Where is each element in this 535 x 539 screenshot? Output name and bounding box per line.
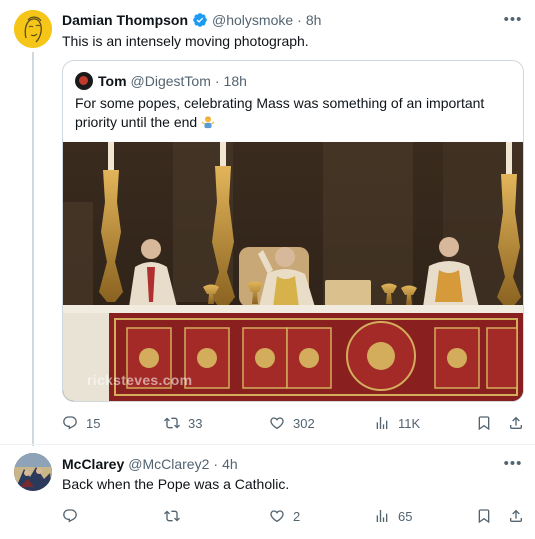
repost-count: 33 [188, 415, 203, 431]
reply-icon [63, 416, 77, 430]
avatar-painting [14, 453, 52, 491]
separator-dot: · [213, 456, 219, 472]
quote-header: Tom @DigestTom · 18h [75, 72, 247, 90]
views-count: 11K [398, 415, 421, 431]
like-button[interactable]: 302 [269, 412, 315, 434]
author-name[interactable]: Damian Thompson [62, 12, 188, 28]
tweet-actions: 15 33 302 11K [62, 412, 524, 434]
reply-text: Back when the Pope was a Catholic. [62, 476, 290, 492]
share-button[interactable] [508, 505, 524, 527]
bookmark-button[interactable] [476, 505, 492, 527]
reply-author-avatar[interactable] [14, 453, 52, 491]
repost-button[interactable] [164, 505, 180, 527]
tweet-text: This is an intensely moving photograph. [62, 33, 309, 49]
views-button[interactable]: 11K [374, 412, 420, 434]
reply-author-handle[interactable]: @McClarey2 [128, 456, 209, 472]
repost-icon [164, 510, 180, 522]
bookmark-icon [478, 509, 490, 524]
reply-count: 15 [86, 415, 101, 431]
bookmark-button[interactable] [476, 412, 492, 434]
tweet-main[interactable]: Damian Thompson @holysmoke · 8h ••• This… [0, 0, 535, 446]
like-icon [270, 417, 284, 430]
repost-icon [164, 417, 180, 429]
like-button[interactable]: 2 [269, 505, 300, 527]
share-icon [510, 509, 522, 522]
media-watermark: ricksteves.com [87, 372, 193, 388]
reply-button[interactable]: 15 [62, 412, 100, 434]
views-count: 65 [398, 508, 413, 524]
author-avatar[interactable] [14, 10, 52, 48]
repost-button[interactable]: 33 [164, 412, 202, 434]
reply-icon [63, 509, 77, 523]
quote-text-content: For some popes, celebrating Mass was som… [75, 95, 485, 130]
bookmark-icon [478, 416, 490, 431]
share-button[interactable] [508, 412, 524, 434]
views-icon [376, 417, 388, 429]
author-handle[interactable]: @holysmoke [212, 12, 293, 28]
separator-dot: · [297, 12, 302, 28]
quoted-tweet[interactable]: Tom @DigestTom · 18h For some popes, cel… [62, 60, 524, 402]
more-icon[interactable]: ••• [503, 453, 523, 473]
verified-icon [192, 12, 208, 28]
reply-actions: 2 65 [62, 505, 524, 527]
quote-author-handle: @DigestTom [130, 73, 211, 89]
quote-author-name: Tom [98, 73, 127, 89]
mass-photograph [63, 142, 523, 401]
tweet-header: Damian Thompson @holysmoke · 8h [62, 10, 321, 30]
quote-timestamp: 18h [223, 73, 247, 89]
like-count: 2 [293, 508, 301, 524]
share-icon [510, 416, 522, 429]
reply-button[interactable] [62, 505, 78, 527]
like-icon [270, 510, 284, 523]
reply-author-name[interactable]: McClarey [62, 456, 124, 472]
tweet-timestamp[interactable]: 8h [306, 12, 322, 28]
views-icon [376, 510, 388, 522]
reply-header: McClarey @McClarey2 · 4h [62, 454, 238, 474]
person-shrugging-emoji [201, 116, 215, 129]
thread-line [32, 52, 34, 446]
reply-timestamp[interactable]: 4h [222, 456, 238, 472]
avatar-illustration [14, 10, 52, 48]
quote-avatar [75, 72, 93, 90]
like-count: 302 [293, 415, 315, 431]
views-button[interactable]: 65 [374, 505, 412, 527]
separator-dot: · [214, 73, 220, 89]
more-icon[interactable]: ••• [503, 9, 523, 29]
quote-text: For some popes, celebrating Mass was som… [75, 94, 505, 132]
quote-media-image[interactable]: ricksteves.com [63, 142, 523, 401]
